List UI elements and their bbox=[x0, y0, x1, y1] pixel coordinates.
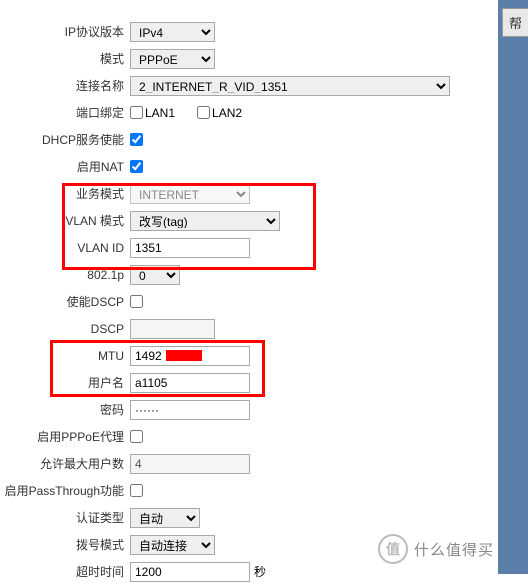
input-dscp bbox=[130, 319, 215, 339]
label-passthrough: 启用PassThrough功能 bbox=[0, 482, 130, 499]
label-username: 用户名 bbox=[0, 374, 130, 391]
label-dial-mode: 拨号模式 bbox=[0, 536, 130, 553]
select-mode[interactable]: PPPoE bbox=[130, 49, 215, 69]
input-username[interactable] bbox=[130, 373, 250, 393]
checkbox-dscp-enable[interactable] bbox=[130, 295, 143, 308]
input-mtu[interactable] bbox=[130, 346, 250, 366]
label-password: 密码 bbox=[0, 401, 130, 418]
input-vlan-id[interactable] bbox=[130, 238, 250, 258]
right-sidebar bbox=[498, 0, 528, 574]
label-dscp: DSCP bbox=[0, 322, 130, 336]
label-conn-name: 连接名称 bbox=[0, 77, 130, 94]
select-dial-mode[interactable]: 自动连接 bbox=[130, 535, 215, 555]
select-vlan-mode[interactable]: 改写(tag) bbox=[130, 211, 280, 231]
label-lan1: LAN1 bbox=[145, 106, 175, 120]
label-lan2: LAN2 bbox=[212, 106, 242, 120]
watermark-text: 什么值得买 bbox=[414, 539, 494, 560]
label-auth-type: 认证类型 bbox=[0, 509, 130, 526]
label-vlan-mode: VLAN 模式 bbox=[0, 212, 130, 229]
label-seconds: 秒 bbox=[254, 563, 266, 580]
input-timeout[interactable] bbox=[130, 562, 250, 582]
label-max-users: 允许最大用户数 bbox=[0, 455, 130, 472]
checkbox-nat-enable[interactable] bbox=[130, 160, 143, 173]
label-mode: 模式 bbox=[0, 50, 130, 67]
label-pppoe-proxy: 启用PPPoE代理 bbox=[0, 428, 130, 445]
checkbox-lan1[interactable] bbox=[130, 106, 143, 119]
select-ip-version[interactable]: IPv4 bbox=[130, 22, 215, 42]
input-password[interactable] bbox=[130, 400, 250, 420]
label-8021p: 802.1p bbox=[0, 268, 130, 282]
label-nat-enable: 启用NAT bbox=[0, 158, 130, 175]
label-ip-version: IP协议版本 bbox=[0, 23, 130, 40]
select-service-mode: INTERNET bbox=[130, 184, 250, 204]
label-service-mode: 业务模式 bbox=[0, 185, 130, 202]
checkbox-lan2[interactable] bbox=[197, 106, 210, 119]
help-button[interactable]: 帮 bbox=[502, 8, 528, 37]
watermark-icon: 值 bbox=[378, 534, 408, 564]
label-dhcp-enable: DHCP服务使能 bbox=[0, 131, 130, 148]
select-8021p[interactable]: 0 bbox=[130, 265, 180, 285]
checkbox-pppoe-proxy[interactable] bbox=[130, 430, 143, 443]
checkbox-dhcp-enable[interactable] bbox=[130, 133, 143, 146]
label-timeout: 超时时间 bbox=[0, 563, 130, 580]
label-mtu: MTU bbox=[0, 349, 130, 363]
checkbox-passthrough[interactable] bbox=[130, 484, 143, 497]
input-max-users bbox=[130, 454, 250, 474]
label-port-bind: 端口绑定 bbox=[0, 104, 130, 121]
select-conn-name[interactable]: 2_INTERNET_R_VID_1351 bbox=[130, 76, 450, 96]
config-form: IP协议版本 IPv4 模式 PPPoE 连接名称 2_INTERNET_R_V… bbox=[0, 18, 470, 585]
watermark: 值 什么值得买 bbox=[378, 534, 494, 564]
label-dscp-enable: 使能DSCP bbox=[0, 293, 130, 310]
label-vlan-id: VLAN ID bbox=[0, 241, 130, 255]
select-auth-type[interactable]: 自动 bbox=[130, 508, 200, 528]
